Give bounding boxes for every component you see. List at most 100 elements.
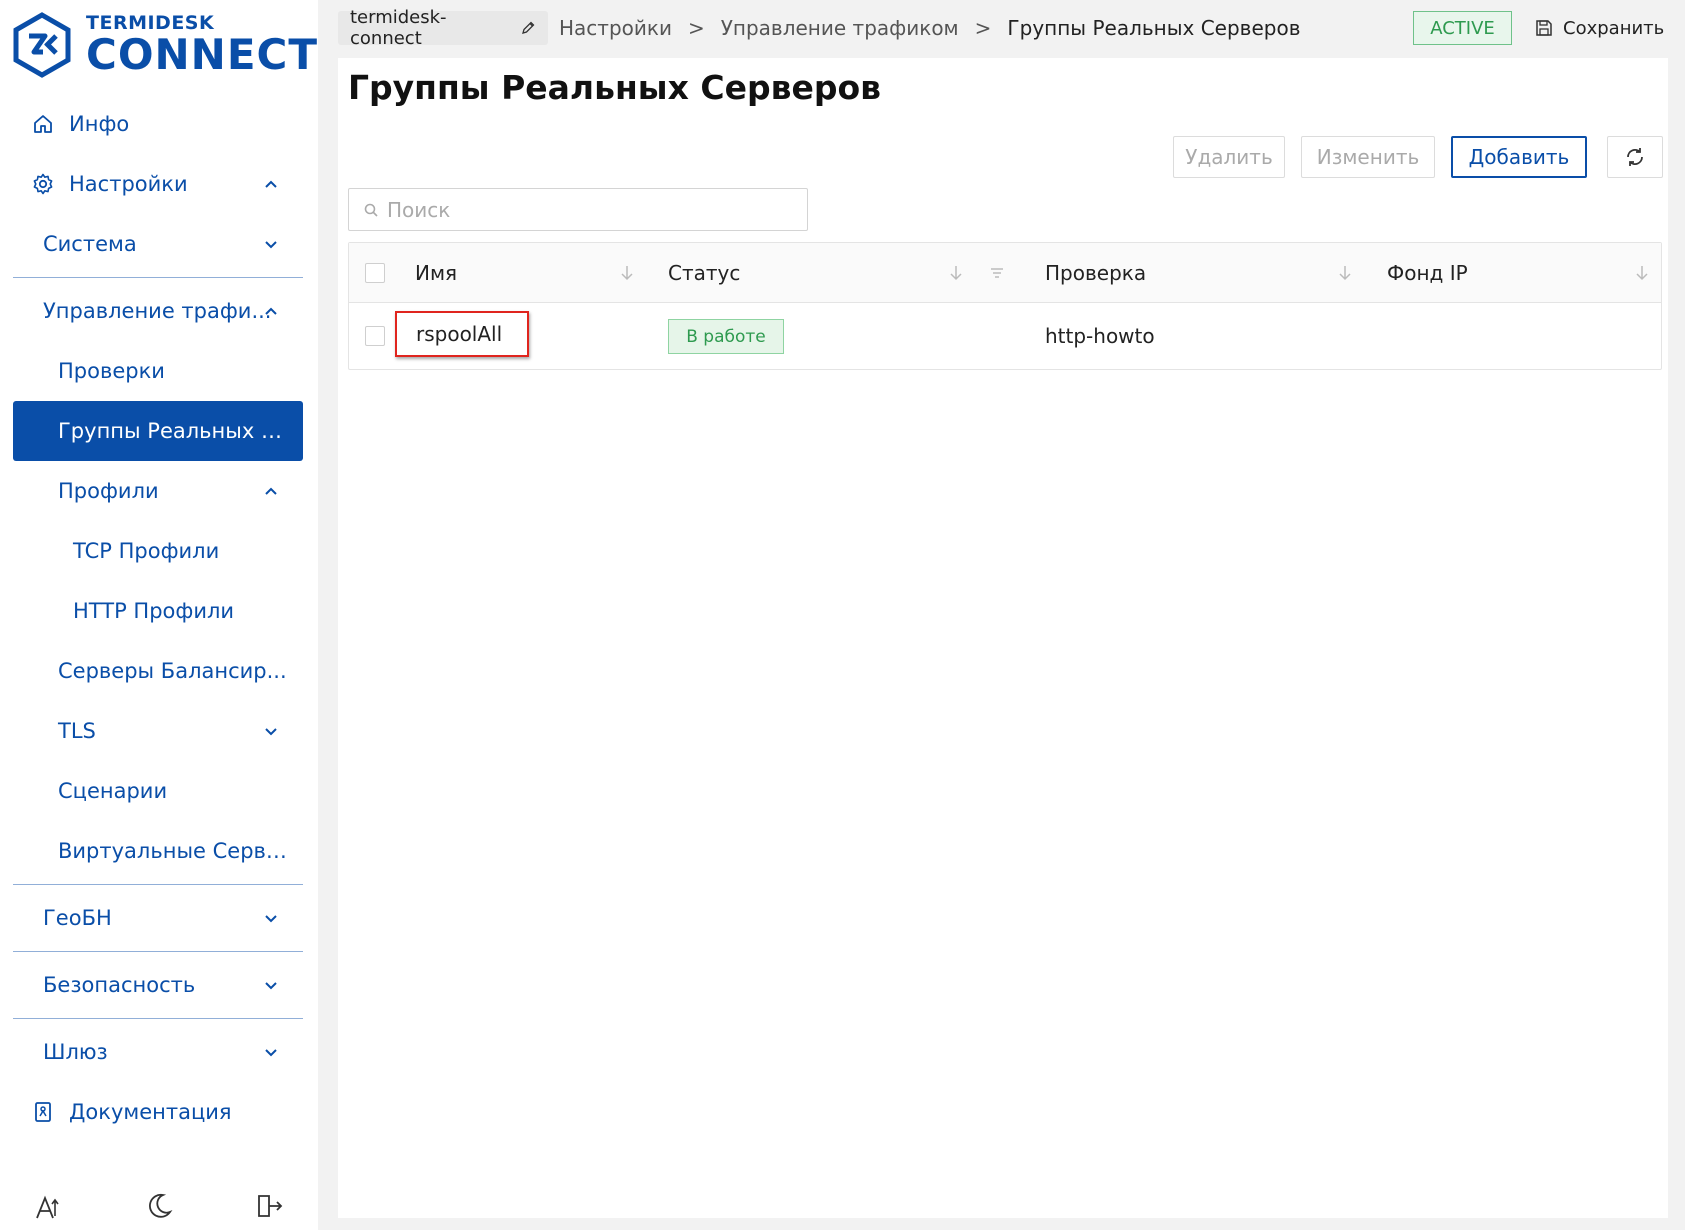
- row-check: http-howto: [1045, 324, 1155, 348]
- moon-icon[interactable]: [143, 1190, 175, 1222]
- sort-arrow-icon[interactable]: [618, 264, 636, 282]
- sidebar-item-security[interactable]: Безопасность: [13, 955, 303, 1015]
- breadcrumb: Настройки > Управление трафиком > Группы…: [559, 11, 1300, 45]
- breadcrumb-separator: >: [974, 16, 992, 40]
- sort-arrow-icon[interactable]: [947, 264, 965, 282]
- save-button[interactable]: Сохранить: [1534, 11, 1664, 45]
- row-name-cell[interactable]: rspoolAll: [395, 311, 529, 357]
- search-placeholder: Поиск: [387, 197, 451, 222]
- sidebar-item-http-profiles[interactable]: HTTP Профили: [13, 581, 303, 641]
- table-row[interactable]: rspoolAll В работе http-howto: [349, 303, 1661, 369]
- sidebar-item-label: Проверки: [58, 359, 165, 383]
- sidebar-item-docs[interactable]: Документация: [13, 1082, 303, 1142]
- sidebar-item-label: ГеоБН: [43, 906, 112, 930]
- save-label: Сохранить: [1563, 17, 1665, 39]
- main-panel: Группы Реальных Серверов Удалить Изменит…: [338, 58, 1668, 1218]
- breadcrumb-current: Группы Реальных Серверов: [1007, 16, 1301, 40]
- sidebar-item-scenarios[interactable]: Сценарии: [13, 761, 303, 821]
- sidebar-item-checks[interactable]: Проверки: [13, 341, 303, 401]
- divider: [13, 951, 303, 952]
- status-badge: ACTIVE: [1413, 11, 1512, 45]
- chevron-down-icon: [261, 975, 281, 995]
- home-icon: [31, 112, 55, 136]
- chevron-down-icon: [261, 234, 281, 254]
- sidebar-nav: Инфо Настройки Система Управление трафи.…: [13, 94, 303, 1142]
- sidebar-item-label: Профили: [58, 479, 159, 503]
- column-header-name[interactable]: Имя: [415, 243, 457, 302]
- divider: [13, 1018, 303, 1019]
- sort-arrow-icon[interactable]: [1336, 264, 1354, 282]
- delete-button[interactable]: Удалить: [1173, 136, 1285, 178]
- instance-chip[interactable]: termidesk-connect: [338, 7, 548, 49]
- sidebar-item-gateway[interactable]: Шлюз: [13, 1022, 303, 1082]
- sidebar-footer: [0, 1190, 318, 1224]
- sidebar-item-label: Виртуальные Серве...: [58, 839, 288, 863]
- sidebar-item-label: Сценарии: [58, 779, 168, 803]
- edit-button[interactable]: Изменить: [1301, 136, 1435, 178]
- breadcrumb-item[interactable]: Настройки: [559, 16, 672, 40]
- floppy-disk-icon: [1534, 18, 1554, 38]
- sidebar-item-label: Документация: [69, 1100, 232, 1124]
- logout-icon[interactable]: [253, 1190, 285, 1222]
- column-header-ip-pool[interactable]: Фонд IP: [1387, 243, 1468, 302]
- sidebar-item-label: Шлюз: [43, 1040, 108, 1064]
- search-icon: [363, 202, 379, 218]
- instance-name: termidesk-connect: [350, 7, 447, 49]
- sidebar-item-virtual-servers[interactable]: Виртуальные Серве...: [13, 821, 303, 881]
- sidebar-item-label: Настройки: [69, 172, 188, 196]
- sidebar-item-label: Управление трафи...: [43, 299, 272, 323]
- status-tag: В работе: [668, 319, 784, 354]
- brand-logo[interactable]: TERMIDESK CONNECT: [12, 12, 318, 78]
- sidebar-item-label: Система: [43, 232, 137, 256]
- divider: [13, 277, 303, 278]
- sidebar-item-label: Безопасность: [43, 973, 196, 997]
- sidebar: TERMIDESK CONNECT Инфо Настройки Система…: [0, 0, 318, 1230]
- sidebar-item-info[interactable]: Инфо: [13, 94, 303, 154]
- column-header-status[interactable]: Статус: [668, 243, 740, 302]
- sidebar-item-label: Серверы Балансир...: [58, 659, 287, 683]
- table-header: Имя Статус Проверка Фонд IP: [349, 243, 1661, 303]
- row-checkbox[interactable]: [365, 326, 385, 346]
- chevron-down-icon: [261, 908, 281, 928]
- sort-arrow-icon[interactable]: [1633, 264, 1651, 282]
- sidebar-item-label: Инфо: [69, 112, 130, 136]
- column-header-check[interactable]: Проверка: [1045, 243, 1146, 302]
- sidebar-item-geo[interactable]: ГеоБН: [13, 888, 303, 948]
- chevron-up-icon: [261, 481, 281, 501]
- page-title: Группы Реальных Серверов: [348, 68, 882, 107]
- chevron-down-icon: [261, 1042, 281, 1062]
- sidebar-item-settings[interactable]: Настройки: [13, 154, 303, 214]
- sidebar-item-tls[interactable]: TLS: [13, 701, 303, 761]
- breadcrumb-separator: >: [687, 16, 705, 40]
- chevron-down-icon: [261, 721, 281, 741]
- add-button[interactable]: Добавить: [1451, 136, 1587, 178]
- sidebar-item-profiles[interactable]: Профили: [13, 461, 303, 521]
- gear-icon: [31, 172, 55, 196]
- sidebar-item-tcp-profiles[interactable]: TCP Профили: [13, 521, 303, 581]
- chevron-up-icon: [261, 301, 281, 321]
- row-name: rspoolAll: [416, 322, 503, 346]
- filter-icon[interactable]: [988, 264, 1006, 282]
- select-all-checkbox[interactable]: [365, 263, 385, 283]
- refresh-button[interactable]: [1607, 136, 1663, 178]
- servers-table: Имя Статус Проверка Фонд IP rspoolAll В …: [348, 242, 1662, 370]
- pencil-icon[interactable]: [520, 20, 536, 36]
- sidebar-item-balancer-servers[interactable]: Серверы Балансир...: [13, 641, 303, 701]
- divider: [13, 884, 303, 885]
- brand-main: CONNECT: [86, 30, 318, 79]
- logo-hex-icon: [13, 12, 71, 78]
- sidebar-item-label: TCP Профили: [73, 539, 220, 563]
- breadcrumb-item[interactable]: Управление трафиком: [721, 16, 959, 40]
- sidebar-item-label: HTTP Профили: [73, 599, 235, 623]
- chevron-up-icon: [261, 174, 281, 194]
- book-icon: [31, 1100, 55, 1124]
- sidebar-item-label: Группы Реальных С...: [58, 419, 288, 443]
- topbar: termidesk-connect Настройки > Управление…: [338, 7, 1668, 49]
- sidebar-item-system[interactable]: Система: [13, 214, 303, 274]
- sidebar-item-real-server-groups[interactable]: Группы Реальных С...: [13, 401, 303, 461]
- sidebar-item-label: TLS: [58, 719, 96, 743]
- search-input[interactable]: Поиск: [348, 188, 808, 231]
- refresh-icon: [1623, 145, 1647, 169]
- sidebar-item-traffic[interactable]: Управление трафи...: [13, 281, 303, 341]
- font-size-icon[interactable]: [33, 1190, 65, 1222]
